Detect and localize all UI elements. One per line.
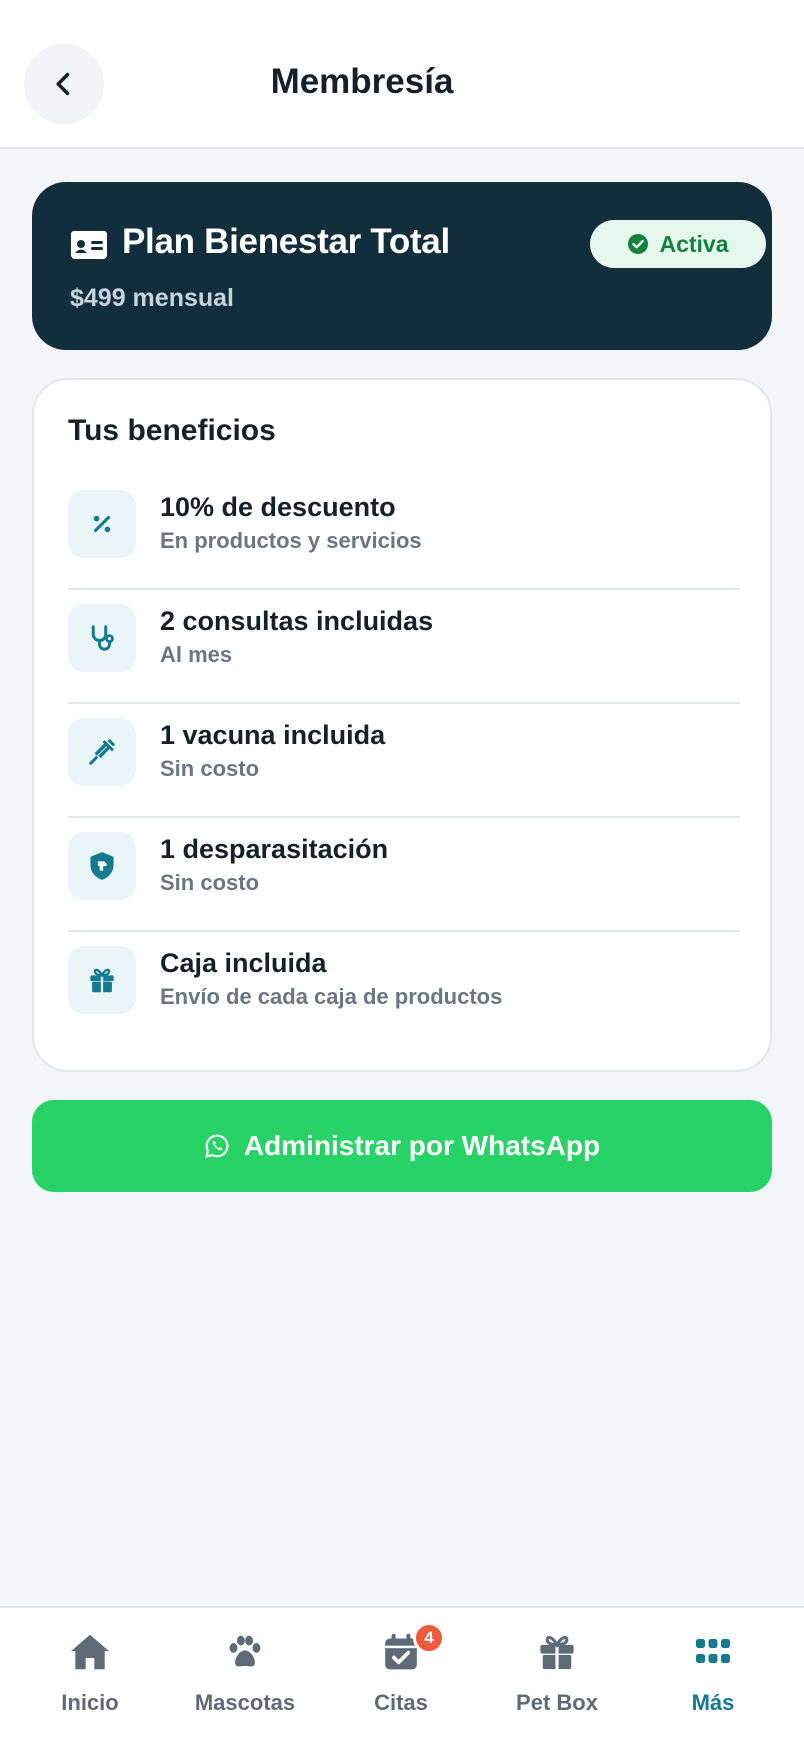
gift-icon (68, 946, 136, 1014)
whatsapp-button[interactable]: Administrar por WhatsApp (32, 1100, 772, 1192)
nav-label: Inicio (61, 1690, 119, 1715)
benefit-title: 1 vacuna incluida (160, 720, 386, 750)
stethoscope-icon (68, 604, 136, 672)
benefit-item: 1 vacuna incluida Sin costo (68, 704, 740, 818)
status-label: Activa (659, 230, 729, 257)
benefit-item: Caja incluida Envío de cada caja de prod… (68, 932, 740, 1046)
nav-label: Mascotas (194, 1690, 296, 1715)
check-circle-icon (628, 234, 649, 254)
syringe-icon (68, 718, 136, 786)
status-badge: Activa (590, 220, 766, 268)
benefit-subtitle: En productos y servicios (160, 528, 422, 553)
plan-price: $499 mensual (70, 284, 234, 312)
nav-item-mas[interactable]: Más (635, 1608, 791, 1740)
benefit-title: Caja incluida (160, 948, 327, 978)
app-header: Membresía (0, 0, 804, 149)
grid-icon (691, 1630, 735, 1674)
nav-label: Citas (374, 1690, 428, 1715)
gift-icon (535, 1630, 579, 1674)
nav-item-citas[interactable]: 4 Citas (323, 1608, 479, 1740)
benefit-item: 1 desparasitación Sin costo (68, 818, 740, 932)
percent-icon (68, 490, 136, 558)
plan-card: Plan Bienestar Total $499 mensual Activa (32, 182, 772, 350)
nav-item-inicio[interactable]: Inicio (12, 1608, 168, 1740)
benefit-subtitle: Al mes (160, 642, 233, 667)
home-icon (68, 1630, 112, 1674)
shield-dog-icon (68, 832, 136, 900)
benefit-title: 10% de descuento (160, 492, 396, 522)
benefit-item: 2 consultas incluidas Al mes (68, 590, 740, 704)
benefit-subtitle: Envío de cada caja de productos (160, 984, 503, 1009)
benefit-title: 2 consultas incluidas (160, 606, 434, 636)
benefit-item: 10% de descuento En productos y servicio… (68, 476, 740, 590)
whatsapp-icon (205, 1134, 229, 1158)
page-title: Membresía (270, 62, 454, 101)
bottom-nav: Inicio Mascotas 4 Citas Pet Box Más (0, 1606, 804, 1740)
plan-name: Plan Bienestar Total (122, 222, 450, 261)
notification-badge: 4 (413, 1622, 445, 1654)
nav-label: Más (691, 1690, 735, 1715)
benefit-title: 1 desparasitación (160, 834, 389, 864)
benefits-title: Tus beneficios (68, 414, 276, 447)
id-card-icon (71, 231, 107, 259)
benefits-card: Tus beneficios 10% de descuento En produ… (32, 378, 772, 1072)
nav-item-mascotas[interactable]: Mascotas (167, 1608, 323, 1740)
nav-item-pet-box[interactable]: Pet Box (479, 1608, 635, 1740)
benefit-subtitle: Sin costo (160, 756, 260, 781)
whatsapp-button-label: Administrar por WhatsApp (243, 1130, 601, 1161)
nav-label: Pet Box (516, 1690, 598, 1715)
paw-icon (223, 1630, 267, 1674)
benefit-subtitle: Sin costo (160, 870, 260, 895)
